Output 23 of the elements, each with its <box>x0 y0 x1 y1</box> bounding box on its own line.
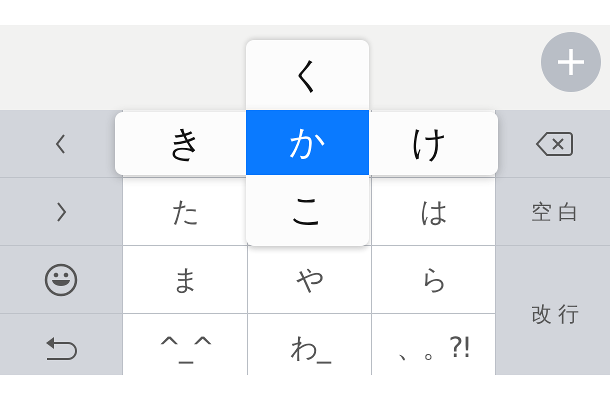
flick-option[interactable]: こ <box>246 175 369 246</box>
keyboard-key[interactable]: わ_ <box>248 314 371 375</box>
keyboard-key[interactable]: た <box>123 178 247 245</box>
keyboard-key[interactable] <box>0 246 122 313</box>
keyboard-key[interactable]: 改行 <box>496 246 610 375</box>
keyboard-key[interactable] <box>0 314 122 375</box>
keyboard-key[interactable]: ^_^ <box>123 314 247 375</box>
keyboard-key[interactable]: 空白 <box>496 178 610 245</box>
flick-option[interactable]: き <box>125 112 246 175</box>
keyboard-key[interactable]: ま <box>123 246 247 313</box>
flick-option[interactable]: け <box>369 112 490 175</box>
flick-option[interactable]: く <box>246 40 369 110</box>
smiley-icon <box>44 262 78 296</box>
back-icon <box>55 132 67 154</box>
forward-icon <box>55 200 67 222</box>
delete-icon <box>535 130 575 158</box>
keyboard-key[interactable] <box>496 110 610 177</box>
keyboard-key[interactable]: や <box>248 246 371 313</box>
keyboard-key[interactable]: 、。?! <box>372 314 495 375</box>
keyboard-key[interactable]: ら <box>372 246 495 313</box>
keyboard-key[interactable]: は <box>372 178 495 245</box>
flick-option[interactable]: か <box>246 110 369 175</box>
plus-icon <box>556 47 586 77</box>
